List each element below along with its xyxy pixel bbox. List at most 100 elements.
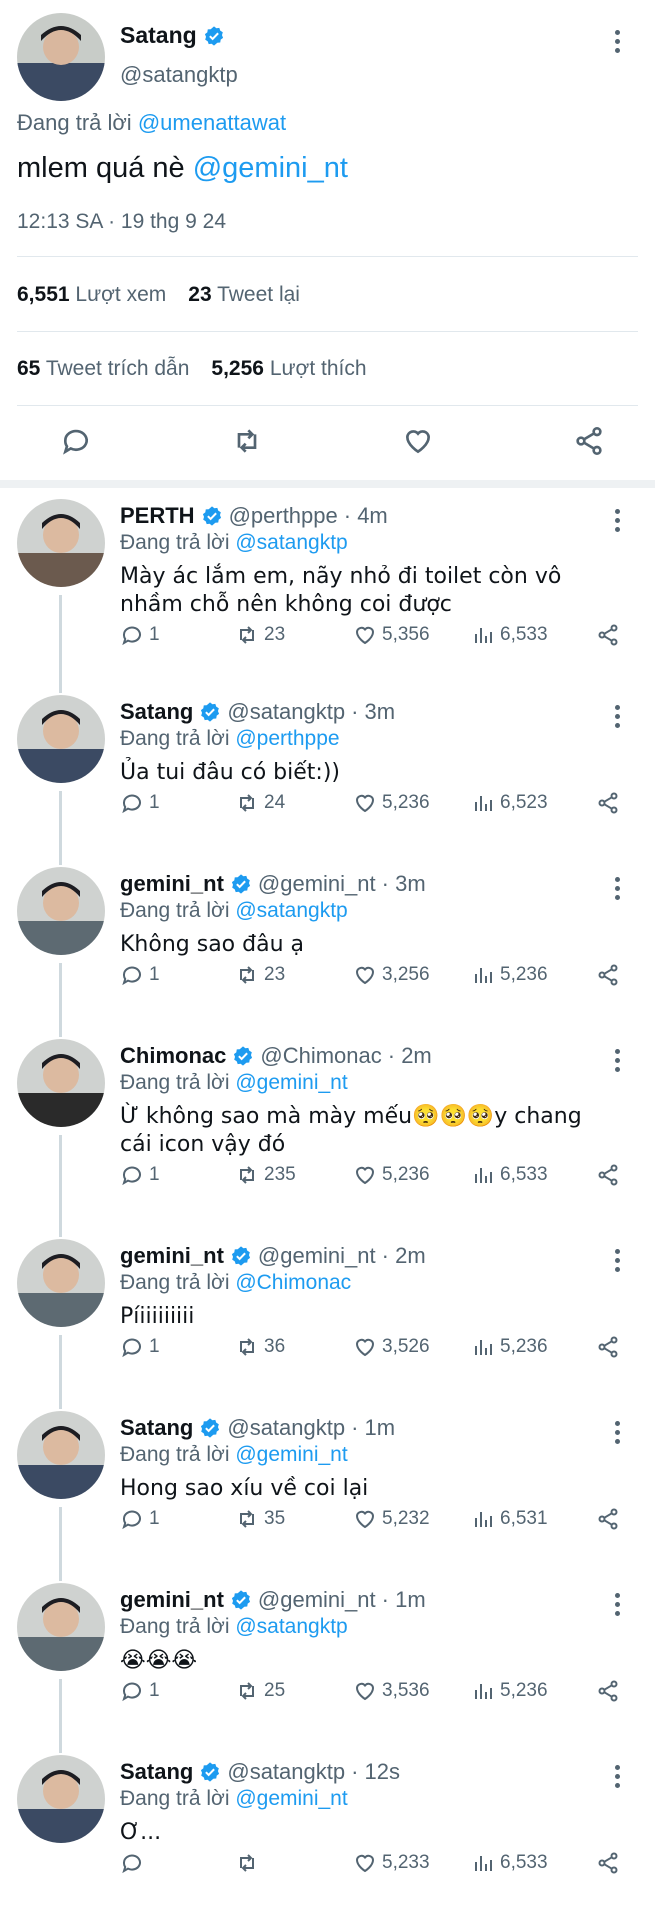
quotes-stat[interactable]: 65 Tweet trích dẫn	[17, 357, 189, 381]
more-options-icon[interactable]	[613, 705, 621, 728]
more-options-icon[interactable]	[613, 1421, 621, 1444]
reply-author-name[interactable]: gemini_nt	[120, 1587, 224, 1613]
views-button[interactable]: 6,533	[471, 1163, 596, 1187]
reply-button[interactable]: 1	[120, 623, 235, 647]
reply-author-handle[interactable]: @satangktp	[227, 699, 345, 725]
like-button[interactable]: 3,256	[353, 963, 471, 987]
views-stat[interactable]: 6,551 Lượt xem	[17, 283, 166, 307]
like-button[interactable]: 5,232	[353, 1507, 471, 1531]
tweet-mention-link[interactable]: @gemini_nt	[193, 152, 348, 184]
retweet-button[interactable]: 25	[235, 1679, 353, 1703]
more-options-icon[interactable]	[613, 509, 621, 532]
like-button[interactable]: 3,536	[353, 1679, 471, 1703]
reply-button[interactable]: 1	[120, 791, 235, 815]
more-options-icon[interactable]	[613, 877, 621, 900]
reply-author-handle[interactable]: @satangktp	[227, 1759, 345, 1785]
views-button[interactable]: 5,236	[471, 1679, 596, 1703]
reply-tweet[interactable]: PERTH @perthppe · 4m Đang trả lời @satan…	[0, 497, 655, 693]
reply-time[interactable]: · 3m	[351, 699, 395, 725]
reply-time[interactable]: · 4m	[344, 503, 388, 529]
replying-to-link[interactable]: @gemini_nt	[235, 1787, 347, 1810]
retweet-button[interactable]: 235	[235, 1163, 353, 1187]
reply-author-name[interactable]: Satang	[120, 1759, 193, 1785]
share-button[interactable]	[596, 1679, 620, 1703]
views-button[interactable]: 5,236	[471, 963, 596, 987]
reply-button[interactable]: 1	[120, 1335, 235, 1359]
reply-tweet[interactable]: gemini_nt @gemini_nt · 3m Đang trả lời @…	[0, 865, 655, 1037]
replying-to-link[interactable]: @satangktp	[235, 531, 347, 554]
like-button[interactable]: 5,236	[353, 791, 471, 815]
share-button[interactable]	[596, 623, 620, 647]
retweets-stat[interactable]: 23 Tweet lại	[188, 283, 300, 307]
heart-icon[interactable]	[402, 425, 434, 457]
more-options-icon[interactable]	[613, 1593, 621, 1616]
replying-to-link[interactable]: @gemini_nt	[235, 1071, 347, 1094]
share-button[interactable]	[596, 963, 620, 987]
share-icon[interactable]	[573, 425, 605, 457]
avatar[interactable]	[17, 1583, 105, 1671]
share-button[interactable]	[596, 1163, 620, 1187]
more-options-icon[interactable]	[613, 1049, 621, 1072]
reply-author-name[interactable]: Satang	[120, 699, 193, 725]
avatar[interactable]	[17, 1411, 105, 1499]
avatar[interactable]	[17, 695, 105, 783]
reply-author-name[interactable]: gemini_nt	[120, 871, 224, 897]
more-options-icon[interactable]	[613, 30, 621, 53]
reply-author-handle[interactable]: @gemini_nt	[258, 1243, 376, 1269]
retweet-button[interactable]: 23	[235, 623, 353, 647]
reply-time[interactable]: · 2m	[382, 1243, 426, 1269]
retweet-button[interactable]	[235, 1851, 353, 1875]
reply-author-name[interactable]: Satang	[120, 1415, 193, 1441]
reply-time[interactable]: · 1m	[351, 1415, 395, 1441]
share-button[interactable]	[596, 791, 620, 815]
replying-to-link[interactable]: @perthppe	[235, 727, 339, 750]
reply-time[interactable]: · 2m	[388, 1043, 432, 1069]
reply-time[interactable]: · 12s	[351, 1759, 400, 1785]
like-button[interactable]: 5,236	[353, 1163, 471, 1187]
share-button[interactable]	[596, 1851, 620, 1875]
reply-button[interactable]: 1	[120, 1679, 235, 1703]
views-button[interactable]: 6,533	[471, 623, 596, 647]
avatar[interactable]	[17, 1755, 105, 1843]
views-button[interactable]: 6,533	[471, 1851, 596, 1875]
more-options-icon[interactable]	[613, 1249, 621, 1272]
reply-author-handle[interactable]: @satangktp	[227, 1415, 345, 1441]
author-name-row[interactable]: Satang	[120, 22, 225, 49]
reply-author-name[interactable]: Chimonac	[120, 1043, 226, 1069]
reply-author-handle[interactable]: @perthppe	[229, 503, 338, 529]
views-button[interactable]: 5,236	[471, 1335, 596, 1359]
author-handle[interactable]: @satangktp	[120, 62, 238, 88]
avatar[interactable]	[17, 499, 105, 587]
replying-to-link[interactable]: @Chimonac	[235, 1271, 351, 1294]
replying-to-link[interactable]: @gemini_nt	[235, 1443, 347, 1466]
reply-tweet[interactable]: Chimonac @Chimonac · 2m Đang trả lời @ge…	[0, 1037, 655, 1237]
reply-tweet[interactable]: Satang @satangktp · 3m Đang trả lời @per…	[0, 693, 655, 865]
like-button[interactable]: 5,233	[353, 1851, 471, 1875]
reply-tweet[interactable]: Satang @satangktp · 1m Đang trả lời @gem…	[0, 1409, 655, 1581]
reply-time[interactable]: · 1m	[382, 1587, 426, 1613]
retweet-button[interactable]: 36	[235, 1335, 353, 1359]
reply-author-handle[interactable]: @Chimonac	[260, 1043, 381, 1069]
retweet-button[interactable]: 23	[235, 963, 353, 987]
retweet-button[interactable]: 24	[235, 791, 353, 815]
reply-author-name[interactable]: gemini_nt	[120, 1243, 224, 1269]
avatar[interactable]	[17, 1039, 105, 1127]
avatar[interactable]	[17, 867, 105, 955]
reply-tweet[interactable]: gemini_nt @gemini_nt · 2m Đang trả lời @…	[0, 1237, 655, 1409]
reply-icon[interactable]	[60, 425, 92, 457]
author-name[interactable]: Satang	[120, 22, 197, 49]
retweet-button[interactable]: 35	[235, 1507, 353, 1531]
replying-to-link[interactable]: @umenattawat	[138, 110, 286, 135]
like-button[interactable]: 3,526	[353, 1335, 471, 1359]
reply-button[interactable]: 1	[120, 963, 235, 987]
replying-to-link[interactable]: @satangktp	[235, 1615, 347, 1638]
reply-button[interactable]	[120, 1851, 235, 1875]
reply-tweet[interactable]: gemini_nt @gemini_nt · 1m Đang trả lời @…	[0, 1581, 655, 1753]
reply-author-handle[interactable]: @gemini_nt	[258, 871, 376, 897]
like-button[interactable]: 5,356	[353, 623, 471, 647]
share-button[interactable]	[596, 1335, 620, 1359]
reply-tweet[interactable]: Satang @satangktp · 12s Đang trả lời @ge…	[0, 1753, 655, 1920]
reply-time[interactable]: · 3m	[382, 871, 426, 897]
share-button[interactable]	[596, 1507, 620, 1531]
tweet-timestamp[interactable]: 12:13 SA · 19 thg 9 24	[17, 210, 226, 234]
